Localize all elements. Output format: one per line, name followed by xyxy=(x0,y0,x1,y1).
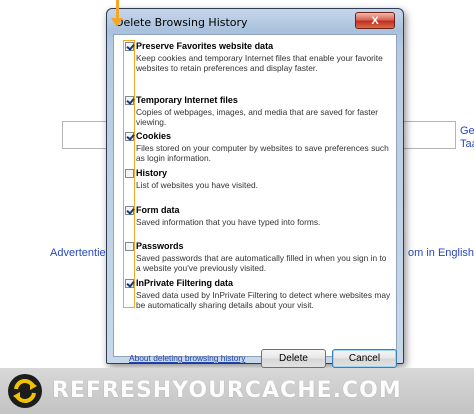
inprivate-filtering-checkbox[interactable] xyxy=(125,279,134,288)
annotation-arrow-icon xyxy=(111,18,123,27)
dialog-body: Preserve Favorites website data Keep coo… xyxy=(113,34,397,368)
option-history: History List of websites you have visite… xyxy=(125,167,391,190)
option-description: Copies of webpages, images, and media th… xyxy=(136,107,379,128)
preserve-favorites-checkbox[interactable] xyxy=(125,42,134,51)
annotation-arrow-shaft xyxy=(116,0,119,20)
option-label: Passwords xyxy=(136,241,184,251)
background-english-link: om in English xyxy=(408,247,474,259)
option-description: Saved information that you have typed in… xyxy=(136,217,321,227)
form-data-checkbox[interactable] xyxy=(125,206,134,215)
background-link-1: Gea xyxy=(460,125,474,137)
background-link-2: Taa xyxy=(460,138,474,150)
option-label: Cookies xyxy=(136,131,172,141)
delete-browsing-history-dialog: Delete Browsing History X Preserve Favor… xyxy=(106,8,404,368)
delete-button[interactable]: Delete xyxy=(261,349,326,368)
close-icon: X xyxy=(371,14,379,27)
option-label: Temporary Internet files xyxy=(136,95,238,105)
option-inprivate-filtering: InPrivate Filtering data Saved data used… xyxy=(125,277,391,311)
background-ad-link: Advertentiep xyxy=(50,247,112,259)
close-button[interactable]: X xyxy=(355,12,395,29)
passwords-checkbox[interactable] xyxy=(125,242,134,251)
option-cookies: Cookies Files stored on your computer by… xyxy=(125,130,391,164)
temporary-internet-files-checkbox[interactable] xyxy=(125,96,134,105)
refresh-arrows-icon xyxy=(8,374,42,408)
option-label: Preserve Favorites website data xyxy=(136,41,274,51)
option-description: Files stored on your computer by website… xyxy=(136,143,389,164)
about-deleting-history-link[interactable]: About deleting browsing history xyxy=(129,353,245,363)
option-description: List of websites you have visited. xyxy=(136,180,258,190)
history-checkbox[interactable] xyxy=(125,169,134,178)
brand-name: REFRESHYOURCACHE.COM xyxy=(52,378,402,403)
cancel-button[interactable]: Cancel xyxy=(332,349,397,368)
option-label: Form data xyxy=(136,205,180,215)
cookies-checkbox[interactable] xyxy=(125,132,134,141)
background-top-right-links: Gea Taa xyxy=(460,125,474,151)
option-description: Keep cookies and temporary Internet file… xyxy=(136,53,383,74)
dialog-title: Delete Browsing History xyxy=(115,16,248,29)
option-description: Saved passwords that are automatically f… xyxy=(136,253,387,274)
option-label: InPrivate Filtering data xyxy=(136,278,234,288)
option-label: History xyxy=(136,168,168,178)
footer-banner: REFRESHYOURCACHE.COM xyxy=(0,368,474,414)
option-passwords: Passwords Saved passwords that are autom… xyxy=(125,240,391,274)
option-temporary-internet-files: Temporary Internet files Copies of webpa… xyxy=(125,94,391,128)
option-form-data: Form data Saved information that you hav… xyxy=(125,204,391,227)
option-description: Saved data used by InPrivate Filtering t… xyxy=(136,290,391,311)
option-preserve-favorites: Preserve Favorites website data Keep coo… xyxy=(125,40,391,74)
